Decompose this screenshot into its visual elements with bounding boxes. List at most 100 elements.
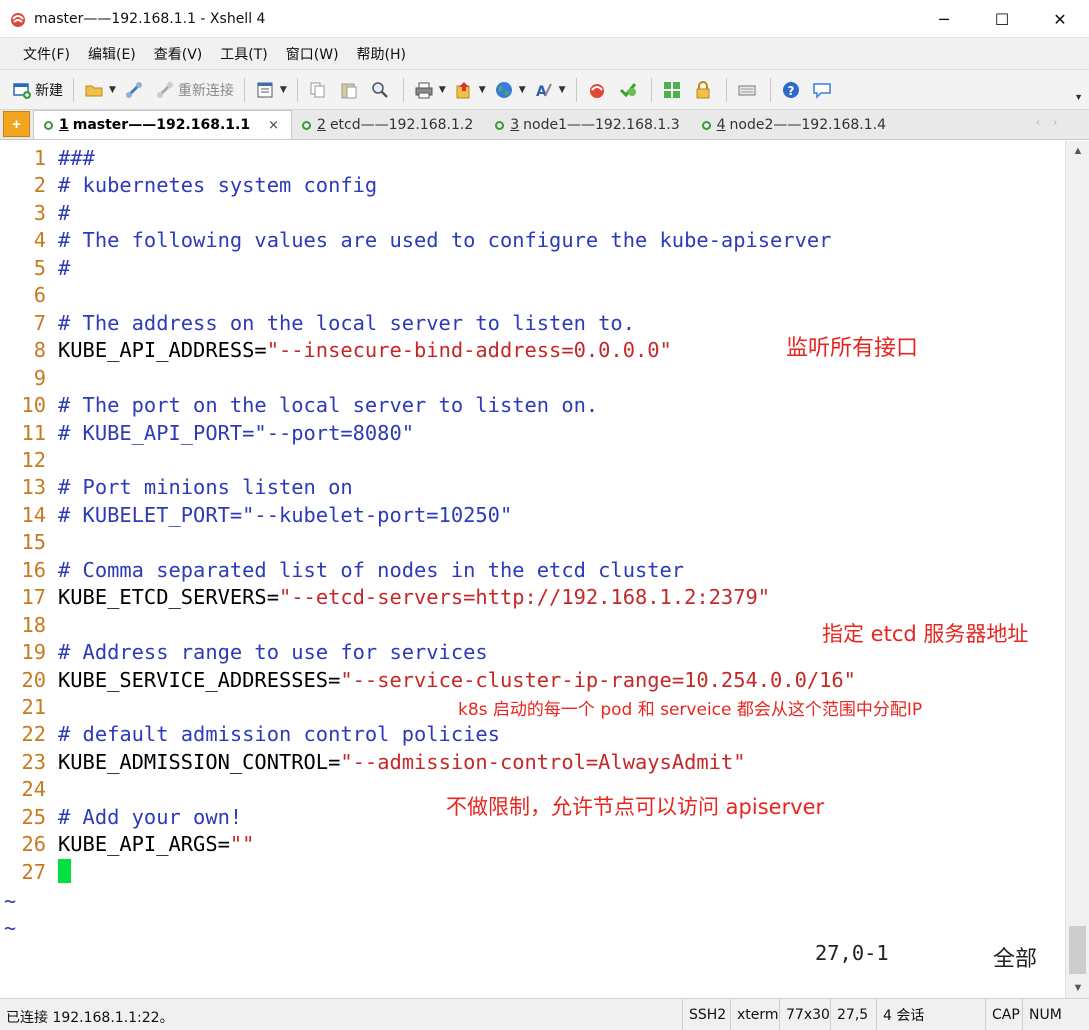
paste-icon — [341, 83, 357, 98]
cursor-position-status: 27,5 — [830, 999, 874, 1030]
line-content: KUBE_ADMISSION_CONTROL="--admission-cont… — [58, 749, 745, 776]
chevron-down-icon: ▼ — [279, 84, 287, 95]
tab-session-3[interactable]: 3 node1——192.168.1.3 — [485, 111, 691, 139]
menu-window[interactable]: 窗口(W) — [277, 44, 348, 64]
terminal-line: 10 # The port on the local server to list… — [0, 392, 598, 419]
svg-text:?: ? — [787, 84, 794, 98]
keyboard-icon — [738, 85, 756, 95]
terminal-line: 9 — [0, 365, 58, 392]
help-button[interactable]: ? — [777, 76, 808, 104]
tab-number: 1 — [59, 117, 69, 133]
protocol-status: SSH2 — [682, 999, 732, 1030]
toolbar-divider — [769, 77, 771, 102]
xshell-button[interactable] — [583, 76, 614, 104]
properties-button[interactable]: ▼ — [251, 76, 291, 104]
line-content: KUBE_API_ARGS="" — [58, 831, 254, 858]
terminal-line: 26 KUBE_API_ARGS="" — [0, 831, 254, 858]
status-bar: 已连接 192.168.1.1:22。 SSH2 xterm 77x30 27,… — [0, 998, 1089, 1030]
layout-button[interactable] — [658, 76, 689, 104]
tab-scroll-arrows-icon[interactable]: ‹› — [1036, 117, 1071, 128]
find-button[interactable] — [366, 76, 397, 104]
tab-number: 2 — [317, 117, 326, 133]
tab-label: etcd——192.168.1.2 — [329, 117, 474, 133]
new-session-icon — [13, 82, 31, 99]
line-content: ### — [58, 145, 95, 172]
scrollbar-thumb[interactable] — [1069, 926, 1086, 974]
lock-button[interactable] — [689, 76, 720, 104]
keyboard-button[interactable] — [733, 76, 764, 104]
line-number: 25 — [21, 804, 46, 829]
title-bar: master——192.168.1.1 - Xshell 4 ─ ☐ ✕ — [0, 0, 1089, 38]
close-button[interactable]: ✕ — [1031, 0, 1089, 38]
chevron-down-icon: ▼ — [109, 84, 116, 95]
line-content: # The address on the local server to lis… — [58, 310, 635, 337]
open-folder-button[interactable]: ▼ — [80, 76, 120, 104]
assignment-operator: = — [266, 585, 279, 610]
chevron-down-icon: ▼ — [518, 84, 526, 95]
code-comment: # Comma separated list of nodes in the e… — [58, 557, 685, 582]
tab-close-icon[interactable]: × — [268, 118, 279, 133]
tab-session-1[interactable]: 1 master——192.168.1.1 × — [33, 110, 293, 139]
scroll-up-icon[interactable]: ▲ — [1066, 145, 1089, 157]
line-content: # Comma separated list of nodes in the e… — [58, 557, 684, 584]
line-number: 5 — [33, 255, 46, 280]
terminal-line: 11 # KUBE_API_PORT="--port=8080" — [0, 420, 414, 447]
print-button[interactable]: ▼ — [410, 76, 450, 104]
toolbar-overflow-icon[interactable]: ▼ — [1074, 92, 1083, 102]
menu-edit[interactable]: 编辑(E) — [79, 44, 145, 64]
menu-help[interactable]: 帮助(H) — [348, 44, 415, 64]
line-number: 14 — [21, 502, 46, 527]
toolbar-divider — [650, 77, 652, 102]
reconnect-button[interactable]: 重新连接 — [151, 76, 238, 104]
copy-button[interactable] — [304, 76, 335, 104]
web-button[interactable]: ▼ — [490, 76, 530, 104]
code-comment: # — [58, 255, 71, 280]
annotation-pod-range: k8s 启动的每一个 pod 和 serveice 都会从这个范围中分配IP — [458, 700, 923, 720]
line-number: 3 — [33, 200, 46, 225]
terminal-line: 22 # default admission control policies — [0, 721, 500, 748]
assignment-operator: = — [328, 667, 341, 692]
num-lock-status: NUM — [1022, 999, 1068, 1030]
maximize-button[interactable]: ☐ — [973, 0, 1031, 38]
vertical-scrollbar[interactable]: ▲ ▼ — [1065, 141, 1089, 998]
transfer-button[interactable]: ▼ — [450, 76, 490, 104]
menu-view[interactable]: 查看(V) — [145, 44, 212, 64]
chevron-down-icon: ▼ — [438, 84, 446, 95]
line-number: 21 — [21, 695, 46, 719]
config-key: KUBE_ETCD_SERVERS — [58, 585, 267, 610]
tab-session-2[interactable]: 2 etcd——192.168.1.2 — [292, 111, 485, 139]
connection-status: 已连接 192.168.1.1:22。 — [6, 1010, 174, 1026]
line-content: # The port on the local server to listen… — [58, 392, 598, 419]
tab-label: node1——192.168.1.3 — [523, 117, 680, 133]
terminal-line: 23 KUBE_ADMISSION_CONTROL="--admission-co… — [0, 749, 745, 776]
connected-status-icon — [302, 120, 312, 130]
line-content: # Port minions listen on — [58, 474, 353, 501]
terminal-line: 6 — [0, 282, 58, 309]
terminal-view[interactable]: ~ ~ 27,0-1 全部 监听所有接口 指定 etcd 服务器地址 k8s 启… — [0, 141, 1065, 998]
minimize-button[interactable]: ─ — [915, 0, 973, 38]
font-button[interactable]: A ▼ — [530, 76, 570, 104]
menu-file[interactable]: 文件(F) — [14, 44, 79, 64]
terminal-line: 16 # Comma separated list of nodes in the… — [0, 557, 684, 584]
line-number: 11 — [21, 420, 46, 445]
line-content: # Address range to use for services — [58, 639, 488, 666]
paste-button[interactable] — [335, 76, 366, 104]
code-comment: ### — [58, 146, 95, 170]
new-session-button[interactable]: 新建 — [8, 76, 67, 104]
add-tab-button[interactable]: + — [3, 111, 30, 137]
terminal-line: 4 # The following values are used to conf… — [0, 227, 832, 254]
code-comment: # KUBE_API_PORT="--port=8080" — [58, 420, 415, 445]
connected-status-icon — [701, 120, 711, 130]
assignment-operator: = — [254, 338, 267, 363]
menu-tools[interactable]: 工具(T) — [211, 44, 276, 64]
help-icon: ? — [782, 81, 799, 98]
line-number: 2 — [33, 173, 46, 198]
tab-session-4[interactable]: 4 node2——192.168.1.4 — [692, 111, 898, 139]
scroll-down-icon[interactable]: ▼ — [1066, 982, 1089, 994]
toolbar-divider — [575, 77, 577, 102]
connect-button[interactable] — [120, 76, 151, 104]
xftp-button[interactable] — [614, 76, 645, 104]
config-key: KUBE_ADMISSION_CONTROL — [58, 749, 329, 774]
chat-bubble-icon — [812, 82, 831, 99]
chat-button[interactable] — [808, 76, 839, 104]
